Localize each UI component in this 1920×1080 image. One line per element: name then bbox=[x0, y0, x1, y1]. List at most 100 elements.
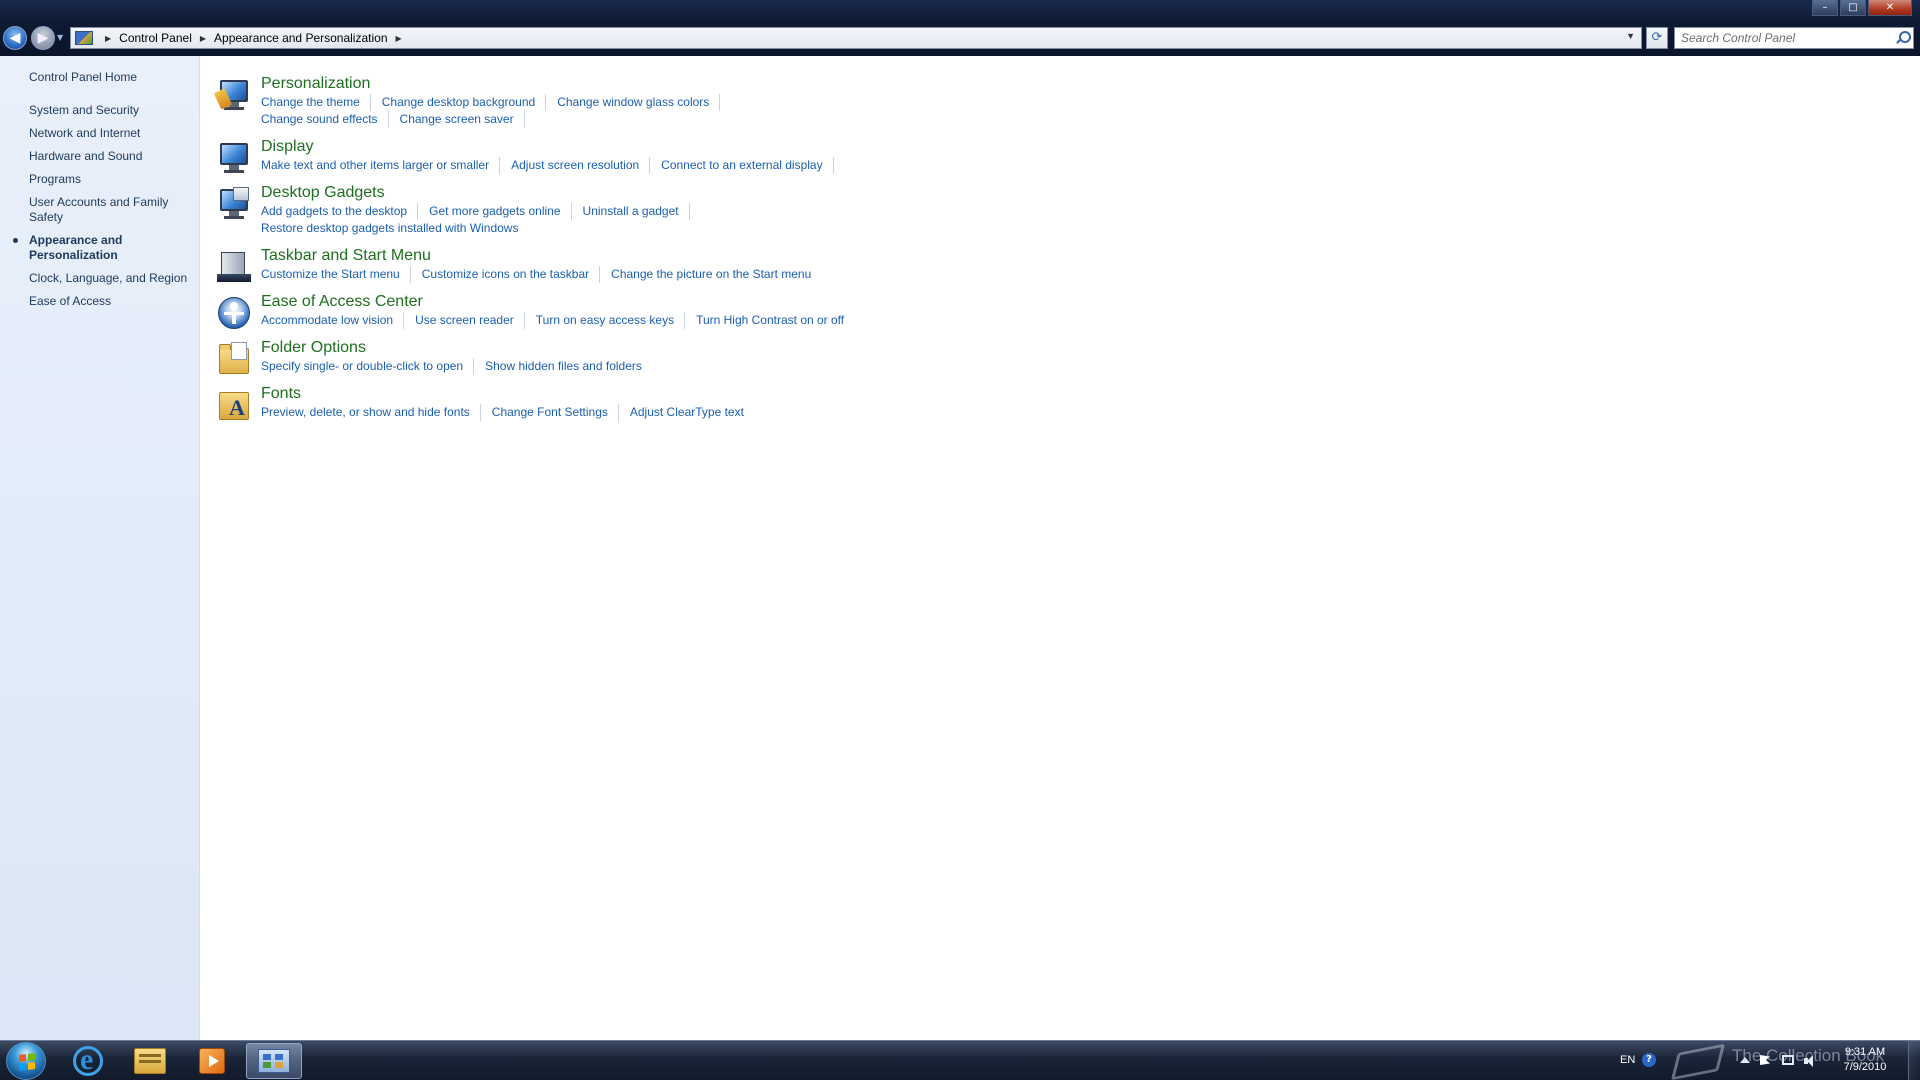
close-button[interactable]: ✕ bbox=[1868, 0, 1912, 16]
task-links: Accommodate low vision Use screen reader… bbox=[261, 312, 1261, 329]
task-link[interactable]: Adjust ClearType text bbox=[630, 404, 754, 421]
main-content: Personalization Change the theme Change … bbox=[213, 74, 1417, 430]
breadcrumb-separator-icon[interactable]: ▶ bbox=[396, 34, 402, 43]
breadcrumb-appearance-and-personalization[interactable]: Appearance and Personalization bbox=[214, 31, 387, 45]
task-link[interactable]: Show hidden files and folders bbox=[485, 358, 652, 375]
task-link[interactable]: Use screen reader bbox=[415, 312, 525, 329]
task-link[interactable]: Customize icons on the taskbar bbox=[422, 266, 601, 283]
task-link[interactable]: Uninstall a gadget bbox=[583, 203, 690, 220]
task-link[interactable]: Change window glass colors bbox=[557, 94, 721, 111]
task-link[interactable]: Change the theme bbox=[261, 94, 371, 111]
task-link[interactable]: Change Font Settings bbox=[492, 404, 619, 421]
task-link[interactable]: Turn High Contrast on or off bbox=[696, 312, 854, 329]
category-fonts: A Fonts Preview, delete, or show and hid… bbox=[217, 384, 1417, 421]
clock[interactable]: 9:31 AM 7/9/2010 bbox=[1830, 1045, 1900, 1075]
back-button[interactable]: ◀ bbox=[3, 26, 27, 50]
category-title[interactable]: Fonts bbox=[261, 384, 301, 404]
internet-explorer-icon bbox=[73, 1043, 103, 1077]
maximize-button[interactable]: □ bbox=[1840, 0, 1866, 16]
task-link[interactable]: Change desktop background bbox=[382, 94, 547, 111]
task-links: Change the theme Change desktop backgrou… bbox=[261, 94, 781, 128]
breadcrumb-control-panel[interactable]: Control Panel bbox=[119, 31, 192, 45]
task-link[interactable]: Get more gadgets online bbox=[429, 203, 572, 220]
sidebar-item-clock-language-region[interactable]: Clock, Language, and Region bbox=[29, 271, 194, 286]
breadcrumb-separator-icon[interactable]: ▶ bbox=[200, 34, 206, 43]
task-links: Add gadgets to the desktop Get more gadg… bbox=[261, 203, 761, 237]
left-navigation-pane: Control Panel Home System and Security N… bbox=[0, 56, 200, 1040]
help-icon[interactable]: ? bbox=[1642, 1053, 1656, 1067]
folder-options-icon[interactable] bbox=[217, 342, 251, 376]
breadcrumb-separator-icon[interactable]: ▶ bbox=[105, 34, 111, 43]
task-links: Customize the Start menu Customize icons… bbox=[261, 266, 1261, 283]
task-link[interactable]: Accommodate low vision bbox=[261, 312, 405, 329]
sidebar-item-hardware-and-sound[interactable]: Hardware and Sound bbox=[29, 149, 194, 164]
network-icon[interactable] bbox=[1782, 1055, 1794, 1065]
control-panel-home-link[interactable]: Control Panel Home bbox=[29, 70, 137, 84]
recent-pages-dropdown-icon[interactable]: ▼ bbox=[57, 33, 63, 42]
sidebar-item-ease-of-access[interactable]: Ease of Access bbox=[29, 294, 194, 309]
sidebar-item-network-and-internet[interactable]: Network and Internet bbox=[29, 126, 194, 141]
task-link[interactable]: Make text and other items larger or smal… bbox=[261, 157, 501, 174]
category-title[interactable]: Desktop Gadgets bbox=[261, 183, 385, 203]
clock-time: 9:31 AM bbox=[1844, 1046, 1886, 1058]
show-desktop-button[interactable] bbox=[1908, 1041, 1920, 1080]
clock-date: 7/9/2010 bbox=[1843, 1061, 1887, 1073]
taskbar-control-panel[interactable] bbox=[246, 1043, 302, 1079]
forward-button[interactable]: ▶ bbox=[31, 26, 55, 50]
category-title[interactable]: Display bbox=[261, 137, 313, 157]
task-link[interactable]: Specify single- or double-click to open bbox=[261, 358, 475, 375]
show-hidden-icons-icon[interactable] bbox=[1740, 1057, 1750, 1063]
fonts-icon[interactable]: A bbox=[217, 388, 251, 422]
taskbar-media-player[interactable] bbox=[184, 1043, 240, 1079]
media-player-icon bbox=[199, 1048, 225, 1074]
task-link[interactable]: Change sound effects bbox=[261, 111, 389, 128]
sidebar-item-user-accounts[interactable]: User Accounts and Family Safety bbox=[29, 195, 194, 225]
search-icon[interactable] bbox=[1896, 31, 1911, 45]
desktop-gadgets-icon[interactable] bbox=[217, 187, 251, 221]
active-bullet-icon bbox=[13, 238, 18, 243]
task-link[interactable]: Change the picture on the Start menu bbox=[611, 266, 821, 283]
search-input[interactable] bbox=[1675, 28, 1885, 48]
windows-explorer-icon bbox=[134, 1048, 166, 1074]
volume-icon[interactable] bbox=[1804, 1055, 1816, 1067]
task-link[interactable]: Connect to an external display bbox=[661, 157, 834, 174]
control-panel-address-icon bbox=[75, 31, 93, 45]
task-link[interactable]: Customize the Start menu bbox=[261, 266, 411, 283]
category-personalization: Personalization Change the theme Change … bbox=[213, 74, 1417, 128]
category-folder-options: Folder Options Specify single- or double… bbox=[217, 338, 1417, 375]
start-button[interactable] bbox=[6, 1042, 46, 1080]
address-bar[interactable]: ▶ Control Panel ▶ Appearance and Persona… bbox=[70, 27, 1642, 49]
window-controls: – □ ✕ bbox=[1812, 0, 1912, 16]
category-ease-of-access-center: Ease of Access Center Accommodate low vi… bbox=[217, 292, 1417, 329]
sidebar-item-appearance-and-personalization[interactable]: Appearance and Personalization bbox=[13, 233, 194, 263]
ease-of-access-icon[interactable] bbox=[217, 296, 251, 330]
taskbar-start-menu-icon[interactable] bbox=[217, 250, 251, 284]
sidebar-item-programs[interactable]: Programs bbox=[29, 172, 194, 187]
sidebar-item-system-and-security[interactable]: System and Security bbox=[29, 103, 194, 118]
category-list: System and Security Network and Internet… bbox=[13, 103, 194, 317]
task-link[interactable]: Adjust screen resolution bbox=[511, 157, 651, 174]
category-title[interactable]: Personalization bbox=[261, 74, 370, 94]
address-dropdown-icon[interactable]: ▼ bbox=[1626, 31, 1635, 41]
task-link[interactable]: Add gadgets to the desktop bbox=[261, 203, 419, 220]
task-link[interactable]: Preview, delete, or show and hide fonts bbox=[261, 404, 481, 421]
task-links: Preview, delete, or show and hide fonts … bbox=[261, 404, 1261, 421]
category-title[interactable]: Folder Options bbox=[261, 338, 366, 358]
task-link[interactable]: Change screen saver bbox=[400, 111, 525, 128]
taskbar: EN ? 9:31 AM 7/9/2010 bbox=[0, 1040, 1920, 1080]
windows-logo-icon bbox=[19, 1053, 35, 1071]
action-center-flag-icon[interactable] bbox=[1760, 1055, 1770, 1065]
task-link[interactable]: Turn on easy access keys bbox=[536, 312, 686, 329]
personalization-icon[interactable] bbox=[213, 78, 251, 112]
category-taskbar-and-start-menu: Taskbar and Start Menu Customize the Sta… bbox=[217, 246, 1417, 283]
minimize-button[interactable]: – bbox=[1812, 0, 1838, 16]
refresh-button[interactable]: ⟳ bbox=[1646, 27, 1668, 49]
taskbar-windows-explorer[interactable] bbox=[122, 1043, 178, 1079]
search-box[interactable] bbox=[1674, 27, 1914, 49]
display-icon[interactable] bbox=[217, 141, 251, 175]
language-indicator[interactable]: EN bbox=[1620, 1054, 1635, 1066]
category-title[interactable]: Ease of Access Center bbox=[261, 292, 423, 312]
task-link[interactable]: Restore desktop gadgets installed with W… bbox=[261, 220, 528, 237]
category-title[interactable]: Taskbar and Start Menu bbox=[261, 246, 431, 266]
taskbar-internet-explorer[interactable] bbox=[60, 1043, 116, 1079]
